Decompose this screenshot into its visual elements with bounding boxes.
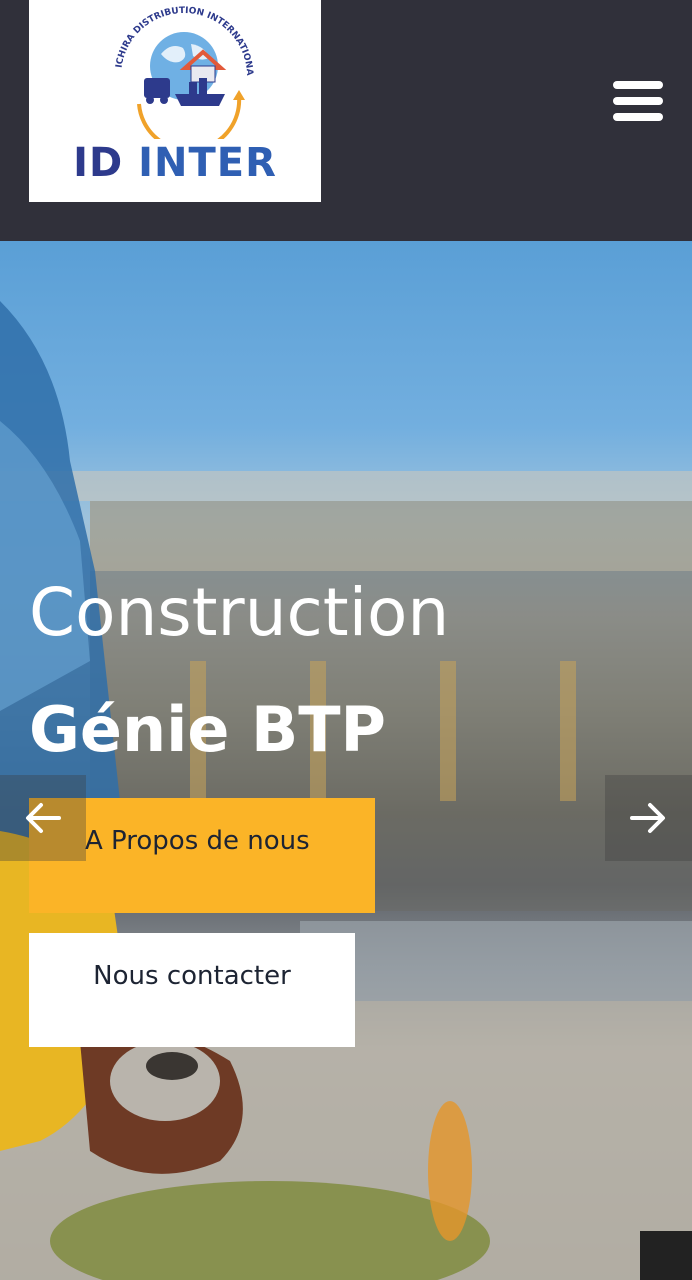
logo-brand-part1: ID — [73, 140, 124, 186]
logo-wordmark: ID INTER — [29, 140, 321, 186]
slider-prev-button[interactable] — [0, 775, 86, 861]
logo[interactable]: ICHIRA DISTRIBUTION INTERNATIONAL ID INT… — [29, 0, 321, 202]
arrow-right-icon — [630, 803, 665, 833]
contact-us-button[interactable]: Nous contacter — [29, 933, 355, 1047]
logo-brand-part2: INTER — [138, 140, 277, 186]
menu-bar-middle — [613, 97, 663, 105]
site-header: ICHIRA DISTRIBUTION INTERNATIONAL ID INT… — [0, 0, 692, 241]
hero-title-light: Construction — [29, 574, 450, 651]
hero-slider: Construction Génie BTP A Propos de nous … — [0, 241, 692, 1280]
logo-emblem-icon: ICHIRA DISTRIBUTION INTERNATIONAL — [99, 4, 254, 139]
arrow-left-icon — [26, 803, 61, 833]
hero-title-bold: Génie BTP — [29, 693, 386, 766]
hamburger-menu-icon[interactable] — [605, 76, 671, 126]
menu-bar-top — [613, 81, 663, 89]
menu-bar-bottom — [613, 113, 663, 121]
slider-next-button[interactable] — [605, 775, 692, 861]
